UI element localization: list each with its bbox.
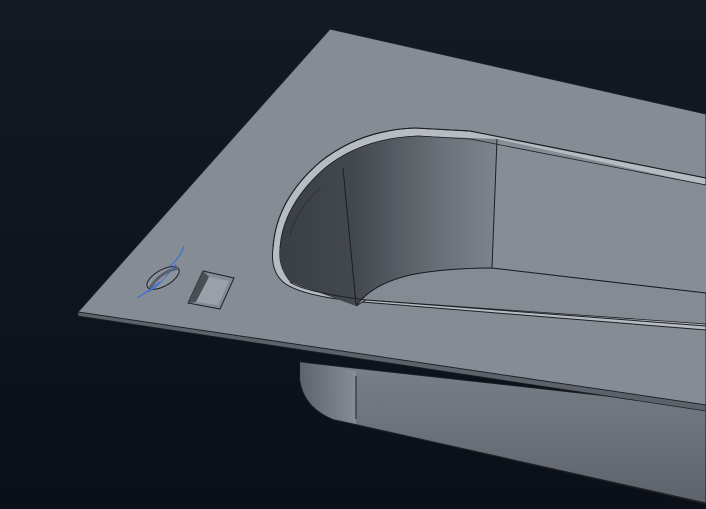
cad-viewport[interactable]	[0, 0, 706, 509]
model-scene[interactable]	[0, 0, 706, 509]
